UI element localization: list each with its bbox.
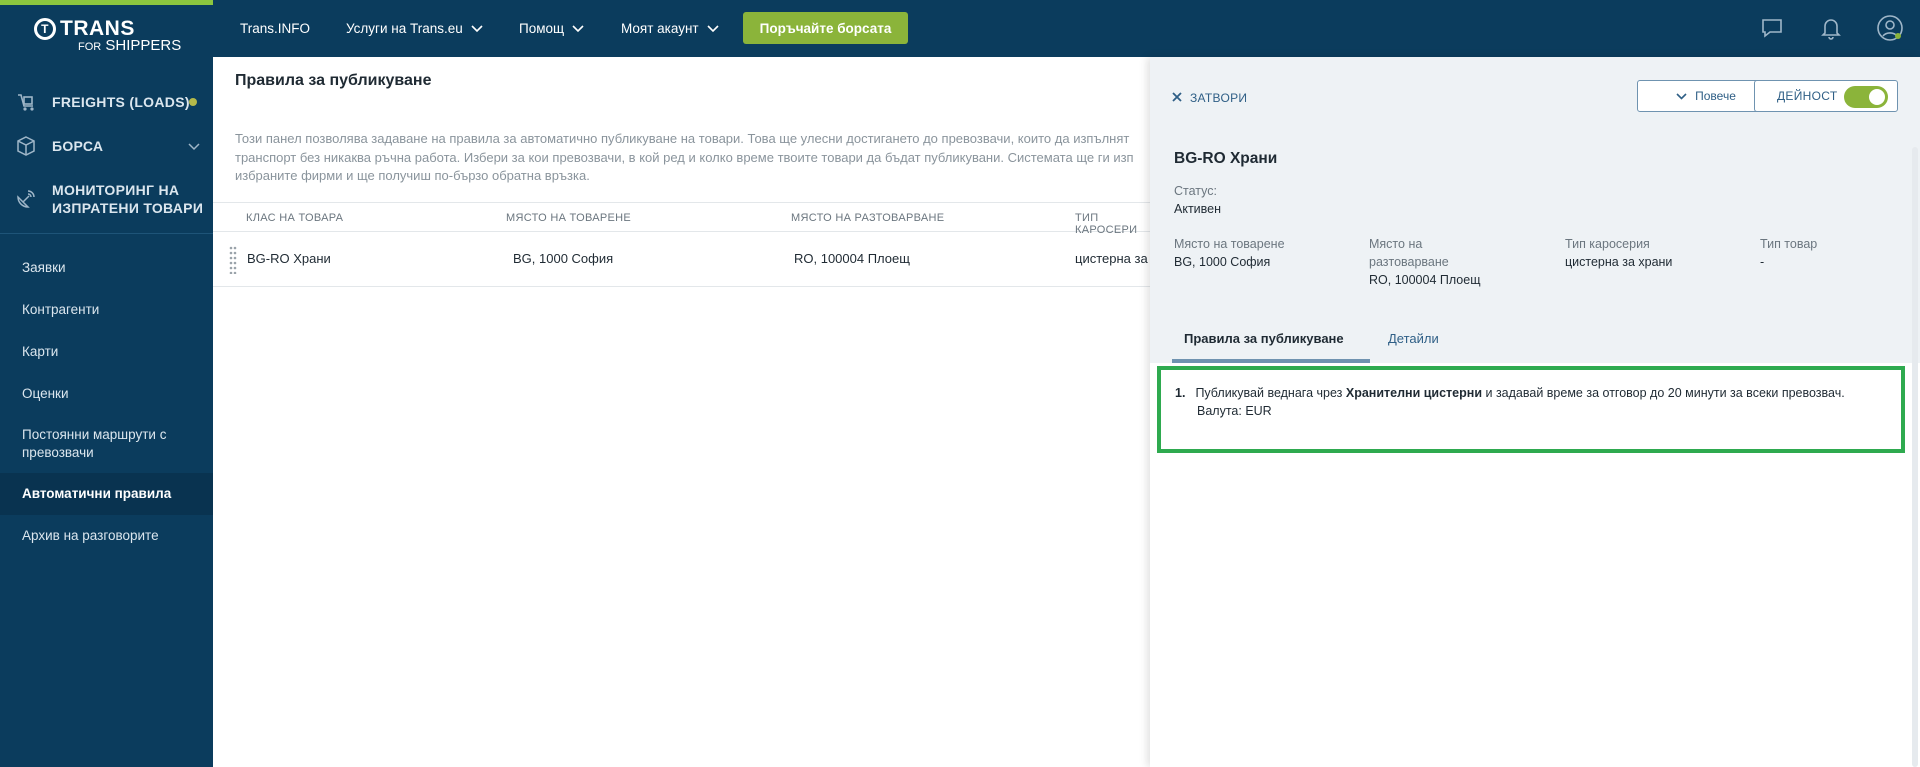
divider xyxy=(0,233,213,234)
header-menu-services[interactable]: Услуги на Trans.eu xyxy=(346,0,483,57)
panel-tabs: Правила за публикуване Детайли xyxy=(1172,323,1451,363)
header-menu-label: Моят акаунт xyxy=(621,21,699,36)
column-header-unload[interactable]: МЯСТО НА РАЗТОВАРВАНЕ xyxy=(791,212,944,224)
unload-label-line: разтоварване xyxy=(1369,255,1449,269)
freight-icon xyxy=(14,90,38,114)
sidebar-item-maps[interactable]: Карти xyxy=(0,331,213,373)
table-header: КЛАС НА ТОВАРА МЯСТО НА ТОВАРЕНЕ МЯСТО Н… xyxy=(213,202,1151,236)
logo-shippers: SHIPPERS xyxy=(105,37,182,54)
sidebar-accent-bar xyxy=(0,0,213,5)
top-header: Trans.INFO Услуги на Trans.eu Помощ Моят… xyxy=(213,0,1920,57)
chevron-down-icon xyxy=(707,21,719,36)
box-icon xyxy=(14,134,38,158)
activity-toggle[interactable]: ДЕЙНОСТ xyxy=(1754,80,1898,112)
load-value: BG, 1000 София xyxy=(1174,255,1271,269)
chat-icon[interactable] xyxy=(1758,14,1786,42)
sidebar: T TRANS FOR SHIPPERS FREIGHTS (LOADS) БО… xyxy=(0,0,213,767)
scrollbar[interactable] xyxy=(1912,147,1918,767)
nav-label-exchange: БОРСА xyxy=(52,138,104,154)
satellite-icon xyxy=(14,187,38,211)
header-menu-label: Помощ xyxy=(519,21,565,36)
sidebar-item-auto-rules[interactable]: Автоматични правила xyxy=(0,473,213,515)
user-avatar-icon[interactable] xyxy=(1876,14,1904,42)
chevron-down-icon xyxy=(188,138,200,154)
cell-class: BG-RO Храни xyxy=(247,251,331,266)
unload-value: RO, 100004 Плоещ xyxy=(1369,273,1481,287)
bell-icon[interactable] xyxy=(1817,14,1845,42)
goods-type-value: - xyxy=(1760,255,1765,269)
nav-label-freights: FREIGHTS (LOADS) xyxy=(52,94,190,110)
cell-body: цистерна за xyxy=(1075,251,1148,266)
column-header-load[interactable]: МЯСТО НА ТОВАРЕНЕ xyxy=(506,212,631,224)
rule-title: BG-RO Храни xyxy=(1174,150,1278,167)
nav-item-freights[interactable]: FREIGHTS (LOADS) xyxy=(0,80,213,124)
close-icon xyxy=(1172,91,1182,105)
cell-unload: RO, 100004 Плоещ xyxy=(794,251,910,266)
description-line: Този панел позволява задаване на правила… xyxy=(235,131,1130,146)
header-menu-help[interactable]: Помощ xyxy=(519,0,584,57)
chevron-down-icon xyxy=(471,21,483,36)
table-row[interactable]: BG-RO Храни BG, 1000 София RO, 100004 Пл… xyxy=(213,232,1151,287)
description-line: транспорт без никаква ръчна работа. Избе… xyxy=(235,149,1134,165)
tab-publishing-rules[interactable]: Правила за публикуване xyxy=(1172,323,1370,363)
body-type-value: цистерна за храни xyxy=(1565,255,1673,269)
cell-load: BG, 1000 София xyxy=(513,251,614,266)
close-button[interactable]: ЗАТВОРИ xyxy=(1172,91,1247,105)
unload-label-line: Място на xyxy=(1369,237,1423,251)
sub-nav: Заявки Контрагенти Карти Оценки Постоянн… xyxy=(0,247,213,557)
drag-handle-icon[interactable] xyxy=(229,246,237,275)
detail-panel: ЗАТВОРИ Повече ДЕЙНОСТ BG-RO Храни Стату… xyxy=(1150,57,1920,767)
notification-dot xyxy=(189,98,197,106)
page-description: Този панел позволява задаване на правила… xyxy=(235,130,1135,186)
tab-details[interactable]: Детайли xyxy=(1376,323,1451,363)
toggle-switch[interactable] xyxy=(1844,86,1888,108)
logo-for: FOR xyxy=(78,41,102,53)
rule-currency: Валута: EUR xyxy=(1197,404,1272,418)
logo[interactable]: T TRANS FOR SHIPPERS xyxy=(34,17,184,57)
header-menu-label: Услуги на Trans.eu xyxy=(346,21,463,36)
goods-type-label: Тип товар xyxy=(1760,237,1818,251)
sidebar-item-contractors[interactable]: Контрагенти xyxy=(0,289,213,331)
column-header-class[interactable]: КЛАС НА ТОВАРА xyxy=(246,212,343,224)
body-type-label: Тип каросерия xyxy=(1565,237,1650,251)
order-exchange-button[interactable]: Поръчайте борсата xyxy=(743,12,908,44)
nav-label-monitoring-1: МОНИТОРИНГ НА xyxy=(52,182,180,198)
nav-label-monitoring-2: ИЗПРАТЕНИ ТОВАРИ xyxy=(52,200,204,216)
header-menu-account[interactable]: Моят акаунт xyxy=(621,0,719,57)
sidebar-item-orders[interactable]: Заявки xyxy=(0,247,213,289)
sidebar-item-chat-archive[interactable]: Архив на разговорите xyxy=(0,515,213,557)
description-line: избраните фирми и ще получиш по-бързо об… xyxy=(235,168,590,183)
header-link-label: Trans.INFO xyxy=(240,21,311,36)
rules-list: 1. Публикувай веднага чрез Хранителни цис… xyxy=(1157,366,1905,453)
unload-label: Място на разтоварване xyxy=(1369,235,1449,271)
main-nav: FREIGHTS (LOADS) БОРСА МОНИТОРИНГ НА ИЗП… xyxy=(0,80,213,230)
rule-number: 1. xyxy=(1175,386,1186,400)
logo-t-icon: T xyxy=(34,18,56,40)
rule-text: и задавай време за отговор до 20 минути … xyxy=(1485,386,1845,400)
rule-group: Хранителни цистерни xyxy=(1345,386,1483,400)
nav-item-monitoring[interactable]: МОНИТОРИНГ НА ИЗПРАТЕНИ ТОВАРИ xyxy=(0,168,213,230)
more-label: Повече xyxy=(1695,89,1736,103)
main-content: Правила за публикуване Този панел позвол… xyxy=(213,57,1151,767)
nav-item-exchange[interactable]: БОРСА xyxy=(0,124,213,168)
sidebar-item-routes[interactable]: Постоянни маршрути с превозвачи xyxy=(0,415,213,473)
chevron-down-icon xyxy=(1676,89,1687,103)
close-label: ЗАТВОРИ xyxy=(1190,91,1248,105)
load-label: Място на товарене xyxy=(1174,237,1285,251)
sidebar-item-ratings[interactable]: Оценки xyxy=(0,373,213,415)
status-value: Активен xyxy=(1174,202,1222,216)
chevron-down-icon xyxy=(572,21,584,36)
activity-label: ДЕЙНОСТ xyxy=(1777,89,1838,103)
rule-item: 1. Публикувай веднага чрез Хранителни цис… xyxy=(1175,384,1845,420)
rule-text: Публикувай веднага чрез xyxy=(1195,386,1343,400)
page-title: Правила за публикуване xyxy=(235,72,432,89)
header-link-transinfo[interactable]: Trans.INFO xyxy=(240,0,310,57)
status-label: Статус: xyxy=(1174,184,1217,198)
